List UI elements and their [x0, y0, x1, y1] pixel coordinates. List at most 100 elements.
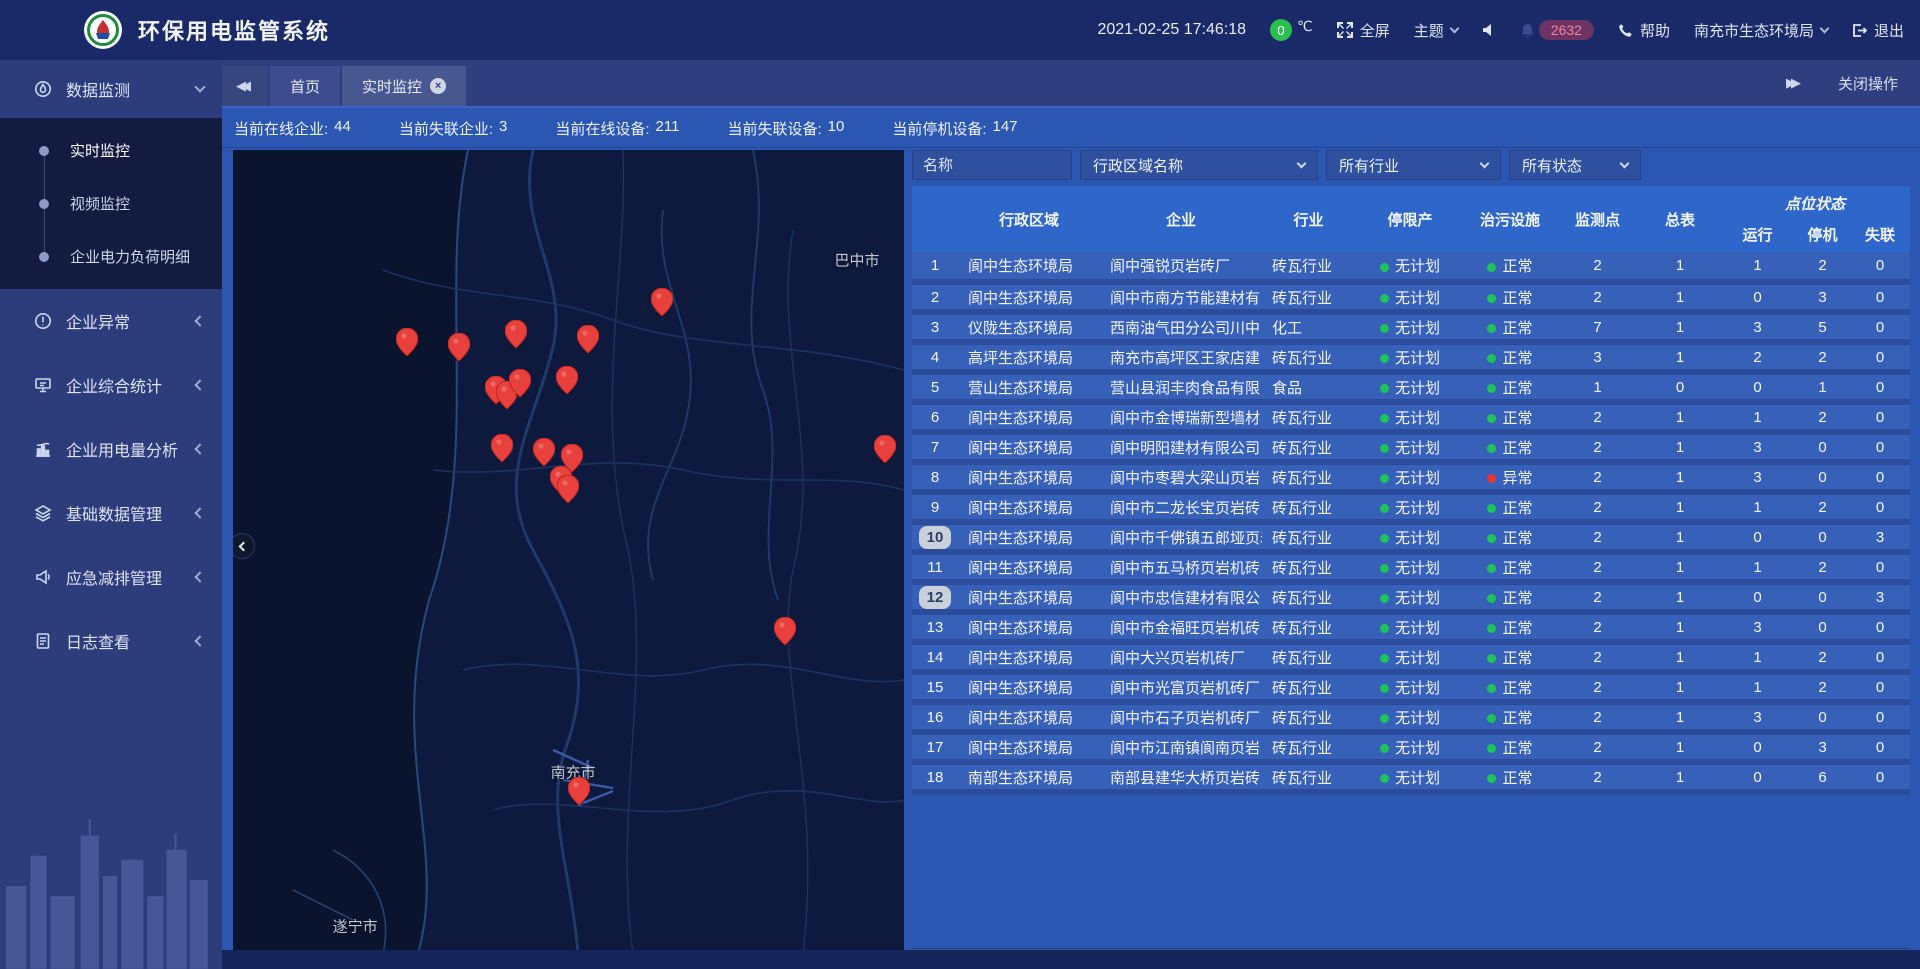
cell-region: 阆中生态环境局 — [958, 522, 1100, 552]
close-operations-button[interactable]: 关闭操作 — [1838, 73, 1898, 94]
table-row[interactable]: 18南部生态环境局南部县建华大桥页岩砖砖瓦行业无计划正常21060 — [912, 762, 1910, 792]
status-dot-green — [1487, 414, 1496, 423]
cell-points: 2 — [1555, 402, 1640, 432]
table-row[interactable]: 9阆中生态环境局阆中市二龙长宝页岩砖砖瓦行业无计划正常21120 — [912, 492, 1910, 522]
sidebar-item-label: 基础数据管理 — [66, 501, 162, 525]
cell-facility: 异常 — [1465, 462, 1555, 492]
cell-meters: 1 — [1640, 582, 1720, 612]
sidebar-subitem[interactable]: 企业电力负荷明细 — [0, 230, 222, 283]
alert-icon — [34, 312, 52, 330]
map-city-label: 遂宁市 — [333, 915, 378, 936]
table-row[interactable]: 14阆中生态环境局阆中大兴页岩机砖厂砖瓦行业无计划正常21120 — [912, 642, 1910, 672]
tabs-scroll-right-button[interactable]: ▶▶ — [1786, 75, 1802, 91]
map-marker-pin[interactable] — [556, 366, 578, 394]
cell-company: 阆中市千佛镇五郎垭页岩 — [1100, 522, 1262, 552]
sidebar-item-3[interactable]: 企业综合统计 — [0, 353, 222, 417]
table-row[interactable]: 6阆中生态环境局阆中市金博瑞新型墙材砖瓦行业无计划正常21120 — [912, 402, 1910, 432]
table-row[interactable]: 15阆中生态环境局阆中市光富页岩机砖厂砖瓦行业无计划正常21120 — [912, 672, 1910, 702]
cell-lost: 0 — [1850, 372, 1910, 402]
sidebar-item-7[interactable]: 日志查看 — [0, 609, 222, 673]
map-marker-pin[interactable] — [396, 328, 418, 356]
bell-icon — [1520, 23, 1535, 38]
cell-index: 10 — [912, 522, 958, 552]
table-row[interactable]: 12阆中生态环境局阆中市忠信建材有限公砖瓦行业无计划正常21003 — [912, 582, 1910, 612]
table-row[interactable]: 11阆中生态环境局阆中市五马桥页岩机砖砖瓦行业无计划正常21120 — [912, 552, 1910, 582]
name-search-input[interactable] — [912, 150, 1072, 180]
fullscreen-button[interactable]: 全屏 — [1337, 20, 1390, 41]
table-row[interactable]: 8阆中生态环境局阆中市枣碧大梁山页岩砖瓦行业无计划异常21300 — [912, 462, 1910, 492]
map-marker-pin[interactable] — [577, 325, 599, 353]
tab-实时监控[interactable]: 实时监控× — [342, 66, 466, 106]
map-marker-pin[interactable] — [448, 333, 470, 361]
status-select[interactable]: 所有状态 — [1509, 150, 1641, 180]
table-row[interactable]: 10阆中生态环境局阆中市千佛镇五郎垭页岩砖瓦行业无计划正常21003 — [912, 522, 1910, 552]
cell-index: 3 — [912, 312, 958, 342]
cell-run: 0 — [1720, 522, 1795, 552]
table-row[interactable]: 16阆中生态环境局阆中市石子页岩机砖厂砖瓦行业无计划正常21300 — [912, 702, 1910, 732]
cell-run: 3 — [1720, 432, 1795, 462]
status-dot-green — [1487, 624, 1496, 633]
sidebar-item-1[interactable]: 数据监测 — [0, 60, 222, 118]
map-marker-pin[interactable] — [491, 434, 513, 462]
tab-close-icon[interactable]: × — [430, 78, 446, 94]
map-marker-pin[interactable] — [509, 369, 531, 397]
cell-industry: 砖瓦行业 — [1262, 342, 1355, 372]
col-industry: 行业 — [1262, 186, 1355, 252]
sidebar-item-6[interactable]: 应急减排管理 — [0, 545, 222, 609]
map-marker-pin[interactable] — [568, 777, 590, 805]
cell-facility: 正常 — [1465, 582, 1555, 612]
logout-button[interactable]: 退出 — [1852, 20, 1904, 41]
sidebar-item-4[interactable]: 企业用电量分析 — [0, 417, 222, 481]
cell-region: 阆中生态环境局 — [958, 702, 1100, 732]
cell-lost: 0 — [1850, 282, 1910, 312]
theme-dropdown[interactable]: 主题 — [1414, 20, 1458, 41]
table-row[interactable]: 5营山生态环境局营山县润丰肉食品有限食品无计划正常10010 — [912, 372, 1910, 402]
map-marker-pin[interactable] — [557, 475, 579, 503]
table-row[interactable]: 7阆中生态环境局阆中明阳建材有限公司砖瓦行业无计划正常21300 — [912, 432, 1910, 462]
cell-lost: 0 — [1850, 702, 1910, 732]
tab-首页[interactable]: 首页 — [270, 66, 340, 106]
tabs-scroll-left-button[interactable]: ◀◀ — [222, 66, 268, 106]
table-row[interactable]: 2阆中生态环境局阆中市南方节能建材有砖瓦行业无计划正常21030 — [912, 282, 1910, 312]
stat-label: 当前停机设备: — [892, 118, 986, 139]
status-dot-green — [1380, 654, 1389, 663]
help-button[interactable]: 帮助 — [1618, 20, 1670, 41]
status-dot-green — [1487, 504, 1496, 513]
notification-widget[interactable]: 2632 — [1520, 20, 1594, 40]
sidebar-submenu: 实时监控视频监控企业电力负荷明细 — [0, 118, 222, 289]
cell-lost: 0 — [1850, 492, 1910, 522]
region-select[interactable]: 行政区域名称 — [1080, 150, 1318, 180]
table-row[interactable]: 17阆中生态环境局阆中市江南镇阆南页岩砖瓦行业无计划正常21030 — [912, 732, 1910, 762]
cell-meters: 1 — [1640, 462, 1720, 492]
cell-meters: 1 — [1640, 642, 1720, 672]
map-marker-pin[interactable] — [505, 320, 527, 348]
sidebar-item-2[interactable]: 企业异常 — [0, 289, 222, 353]
table-row[interactable]: 4高坪生态环境局南充市高坪区王家店建砖瓦行业无计划正常31220 — [912, 342, 1910, 372]
status-dot-green — [1380, 564, 1389, 573]
industry-select[interactable]: 所有行业 — [1326, 150, 1501, 180]
map-marker-pin[interactable] — [874, 435, 896, 463]
sidebar-subitem[interactable]: 实时监控 — [0, 124, 222, 177]
map-marker-pin[interactable] — [651, 288, 673, 316]
cell-company: 阆中市五马桥页岩机砖 — [1100, 552, 1262, 582]
table-row[interactable]: 13阆中生态环境局阆中市金福旺页岩机砖砖瓦行业无计划正常21300 — [912, 612, 1910, 642]
sidebar-item-5[interactable]: 基础数据管理 — [0, 481, 222, 545]
map-marker-pin[interactable] — [533, 438, 555, 466]
map-panel[interactable]: 巴中市南充市遂宁市 — [233, 150, 904, 953]
sound-button[interactable] — [1482, 23, 1496, 37]
cell-stop: 2 — [1795, 342, 1850, 372]
org-dropdown[interactable]: 南充市生态环境局 — [1694, 20, 1828, 41]
cell-industry: 砖瓦行业 — [1262, 552, 1355, 582]
table-row[interactable]: 1阆中生态环境局阆中强锐页岩砖厂砖瓦行业无计划正常21120 — [912, 252, 1910, 282]
sidebar-item-label: 日志查看 — [66, 629, 130, 653]
cell-production: 无计划 — [1355, 672, 1465, 702]
table-header: 行政区域 企业 行业 停限产 治污设施 监测点 总表 点位状态 运行 停机 失联 — [912, 186, 1910, 252]
map-marker-pin[interactable] — [774, 617, 796, 645]
table-row[interactable]: 3仪陇生态环境局西南油气田分公司川中化工无计划正常71350 — [912, 312, 1910, 342]
sidebar-subitem[interactable]: 视频监控 — [0, 177, 222, 230]
cell-index: 15 — [912, 672, 958, 702]
status-dot-green — [1487, 534, 1496, 543]
cell-points: 2 — [1555, 492, 1640, 522]
help-label: 帮助 — [1640, 20, 1670, 41]
cell-facility: 正常 — [1465, 282, 1555, 312]
